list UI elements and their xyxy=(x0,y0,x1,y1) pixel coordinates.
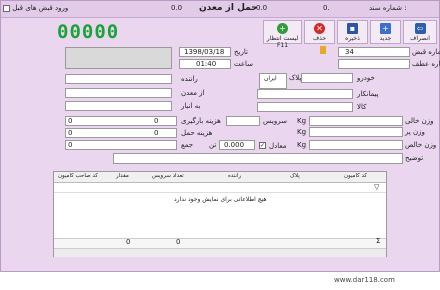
title-bar: ورود قبض های قبل 0.0 حمل از معدن 0.0 0. … xyxy=(1,1,439,18)
driver-label: راننده xyxy=(181,75,198,83)
exit-icon: ⇦ xyxy=(414,23,426,34)
empty-weight-label: وزن خالی xyxy=(405,117,434,125)
time-field[interactable]: 01:40 xyxy=(179,59,231,69)
new-label: جدید xyxy=(379,35,392,42)
receipt-no-value: 34 xyxy=(345,48,354,56)
prev-receipts-checkbox[interactable] xyxy=(3,4,10,12)
save-label: ذخیره xyxy=(345,35,360,42)
prev-receipts-label: ورود قبض های قبل xyxy=(12,4,69,12)
service-field[interactable] xyxy=(226,116,260,126)
atf-no-field[interactable] xyxy=(338,59,410,69)
receipt-no-label: شماره قبض xyxy=(412,48,440,56)
title-dots-left: 0.0 xyxy=(171,4,183,12)
total-value: 0 xyxy=(68,141,73,149)
contractor-label: پیمانکار xyxy=(357,90,379,98)
receipt-lookup-icon[interactable] xyxy=(320,46,326,54)
col-owner-code[interactable]: کد صاحب کامیون xyxy=(58,173,98,179)
col-plate[interactable]: پلاک xyxy=(290,173,300,179)
prev-receipts-checkbox-wrap[interactable]: ورود قبض های قبل xyxy=(3,4,68,12)
date-field[interactable]: 1398/03/18 xyxy=(179,47,231,57)
plate-value: ایران xyxy=(264,75,277,82)
delete-label: حذف xyxy=(312,35,327,42)
net-weight-field[interactable] xyxy=(309,140,403,150)
deductible-label: معادل xyxy=(269,142,287,150)
goods-label: کالا xyxy=(357,103,367,111)
delete-icon: ✕ xyxy=(314,23,325,34)
vehicle-label: خودرو xyxy=(357,74,375,82)
full-weight-label: وزن پر xyxy=(405,128,425,136)
wait-list-button[interactable]: + لیست انتظار F11 xyxy=(263,20,302,49)
doc-number-label: شماره سند : xyxy=(369,4,407,12)
sum-icon: Σ xyxy=(376,237,381,245)
transport-cost-label: هزینه حمل xyxy=(181,129,213,137)
save-button[interactable]: ▪ ذخیره xyxy=(337,20,368,44)
footer-amount-total: 0 xyxy=(126,238,131,246)
counter-display: 00000 xyxy=(57,21,120,43)
watermark: www.dar118.com xyxy=(334,276,395,284)
atf-no-label: شماره عطف xyxy=(412,60,440,68)
driver-field[interactable] xyxy=(65,74,172,84)
table-footer xyxy=(54,238,386,248)
date-label: تاریخ xyxy=(234,48,248,56)
date-value: 1398/03/18 xyxy=(184,48,225,56)
to-warehouse-label: به انبار xyxy=(181,102,201,110)
col-service-count[interactable]: تعداد سرویس xyxy=(152,173,184,179)
title-dots-mid: 0.0 xyxy=(256,4,268,12)
ton-label: تن xyxy=(209,141,217,149)
desc-field[interactable] xyxy=(113,153,403,164)
loading-cost-field[interactable]: 0 0 xyxy=(65,116,177,126)
contractor-field[interactable] xyxy=(257,89,353,99)
deductible-checkbox[interactable]: ✓ xyxy=(259,142,266,149)
main-window: ورود قبض های قبل 0.0 حمل از معدن 0.0 0. … xyxy=(0,0,440,272)
total-field[interactable]: 0 xyxy=(65,140,177,150)
wait-list-label: لیست انتظار F11 xyxy=(266,35,299,49)
goods-field[interactable] xyxy=(257,102,353,112)
col-amount[interactable]: مقدار xyxy=(116,173,129,179)
page-title: حمل از معدن xyxy=(199,3,258,13)
delete-button[interactable]: ✕ حذف xyxy=(304,20,335,44)
empty-message: هیچ اطلاعاتی برای نمایش وجود ندارد xyxy=(174,196,267,203)
filter-icon[interactable]: ▽ xyxy=(374,183,379,191)
loading-cost-label: هزینه بارگیری xyxy=(181,117,221,125)
loads-table: کد کامیون پلاک راننده تعداد سرویس مقدار … xyxy=(53,171,387,257)
footer-services-total: 0 xyxy=(176,238,181,246)
desc-label: توضیح xyxy=(405,154,424,162)
loading-cost-value-right: 0 xyxy=(154,117,159,125)
loading-cost-value-left: 0 xyxy=(68,117,73,125)
full-weight-unit: Kg xyxy=(297,128,307,136)
time-label: ساعت xyxy=(234,60,254,68)
net-rate-field[interactable]: 0.000 xyxy=(219,140,255,150)
full-weight-field[interactable] xyxy=(309,127,403,137)
new-button[interactable]: + جدید xyxy=(370,20,401,44)
photo-placeholder xyxy=(65,47,172,69)
transport-cost-value-left: 0 xyxy=(68,129,73,137)
cancel-label: انصراف xyxy=(410,35,430,42)
horizontal-scrollbar[interactable] xyxy=(54,248,386,257)
floppy-disk-icon: ▪ xyxy=(347,23,358,34)
col-driver[interactable]: راننده xyxy=(228,173,241,179)
empty-weight-field[interactable] xyxy=(309,116,403,126)
from-mine-label: از معدن xyxy=(181,89,205,97)
empty-weight-unit: Kg xyxy=(297,117,307,125)
new-document-icon: + xyxy=(380,23,391,34)
to-warehouse-field[interactable] xyxy=(65,101,172,111)
vehicle-field[interactable] xyxy=(301,73,353,83)
from-mine-field[interactable] xyxy=(65,88,172,98)
total-label: جمع xyxy=(181,141,194,149)
plate-label: پلاک xyxy=(289,74,302,82)
cancel-button[interactable]: ⇦ انصراف xyxy=(403,20,437,44)
transport-cost-value-right: 0 xyxy=(154,129,159,137)
transport-cost-field[interactable]: 0 0 xyxy=(65,128,177,138)
col-truck-code[interactable]: کد کامیون xyxy=(344,173,367,179)
receipt-no-field[interactable]: 34 xyxy=(338,47,410,57)
net-weight-unit: Kg xyxy=(297,141,307,149)
service-label: سرویس xyxy=(263,117,287,125)
plate-field[interactable]: ایران xyxy=(259,73,287,89)
add-icon: + xyxy=(277,23,288,34)
net-rate-value: 0.000 xyxy=(224,141,245,149)
net-weight-label: وزن خالص xyxy=(405,141,437,149)
filter-row[interactable] xyxy=(54,182,386,193)
time-value: 01:40 xyxy=(196,60,217,68)
doc-number-value: 0. xyxy=(323,4,330,12)
